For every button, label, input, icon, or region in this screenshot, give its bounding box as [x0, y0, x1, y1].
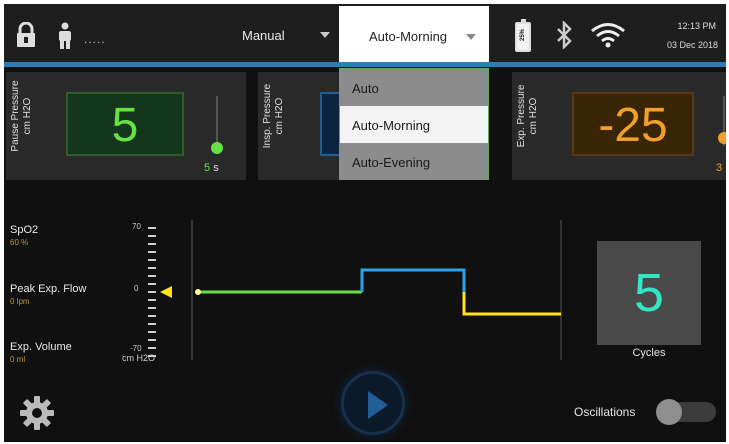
exp-pressure-label: Exp. Pressure cm H2O [516, 84, 539, 148]
bluetooth-icon[interactable] [555, 21, 573, 49]
exp-segment [462, 292, 561, 316]
wave-cursor-dot [195, 289, 201, 295]
battery-icon: 25% [515, 19, 531, 52]
pause-pressure-value[interactable]: 5 [66, 92, 184, 156]
pressure-waveform [191, 220, 562, 360]
exp-time-value: 3 [716, 162, 723, 174]
pause-time-value: 5 s [204, 162, 219, 174]
peak-exp-flow-label: Peak Exp. Flow [10, 283, 87, 295]
gear-icon[interactable] [18, 394, 56, 432]
submode-dropdown[interactable]: Auto-Morning [339, 6, 489, 62]
mode-dropdown-label[interactable]: Manual [242, 28, 285, 43]
submode-dropdown-menu: Auto Auto-Morning Auto-Evening [339, 68, 489, 180]
pressure-pointer-icon [160, 286, 172, 298]
pause-pressure-label: Pause Pressure cm H2O [10, 80, 33, 152]
exp-volume-value: 0 ml [10, 355, 26, 364]
patient-id: ..... [84, 32, 106, 46]
pause-time-slider-track[interactable] [216, 96, 218, 146]
peak-exp-flow-value: 0 lpm [10, 297, 30, 306]
scale-max: 70 [132, 222, 141, 231]
clock-date: 03 Dec 2018 [666, 40, 718, 50]
insp-segment [360, 268, 466, 292]
dropdown-option-auto-evening[interactable]: Auto-Evening [340, 143, 488, 180]
dropdown-option-auto-morning[interactable]: Auto-Morning [340, 106, 488, 143]
exp-time-slider-handle[interactable] [718, 132, 726, 144]
dropdown-option-auto[interactable]: Auto [340, 69, 488, 106]
chevron-down-icon [466, 34, 476, 40]
clock-time: 12:13 PM [677, 21, 716, 31]
header-divider [4, 62, 726, 67]
spo2-label: SpO2 [10, 224, 39, 236]
insp-pressure-label: Insp. Pressure cm H2O [262, 83, 285, 149]
top-bar: ..... Manual Auto-Morning 25% 12:13 PM 0… [4, 4, 726, 67]
cycles-label: Cycles [632, 347, 666, 359]
exp-pressure-panel[interactable]: Exp. Pressure cm H2O -25 3 [512, 72, 726, 180]
play-button[interactable] [341, 371, 405, 435]
person-icon[interactable] [56, 22, 74, 50]
battery-percent: 25% [520, 29, 526, 42]
scale-min: -70 [130, 344, 142, 353]
submode-selected-value: Auto-Morning [369, 29, 448, 44]
exp-volume-label: Exp. Volume [10, 341, 72, 353]
chevron-down-icon[interactable] [320, 32, 330, 38]
wifi-icon[interactable] [590, 22, 626, 48]
ventilator-screen: ..... Manual Auto-Morning 25% 12:13 PM 0… [4, 4, 726, 442]
pause-pressure-panel[interactable]: Pause Pressure cm H2O 5 5 s [6, 72, 246, 180]
pressure-scale [148, 227, 172, 357]
spo2-value: 60 % [10, 238, 29, 247]
pause-time-slider-handle[interactable] [211, 142, 223, 154]
oscillations-label: Oscillations [574, 405, 636, 419]
oscillations-toggle[interactable] [656, 399, 716, 425]
exp-pressure-value[interactable]: -25 [572, 92, 694, 156]
insp-pressure-panel[interactable]: Insp. Pressure cm H2O [258, 72, 342, 180]
scale-zero: 0 [134, 284, 139, 293]
lock-icon[interactable] [16, 22, 36, 48]
cycles-count[interactable]: 5 [597, 241, 701, 345]
